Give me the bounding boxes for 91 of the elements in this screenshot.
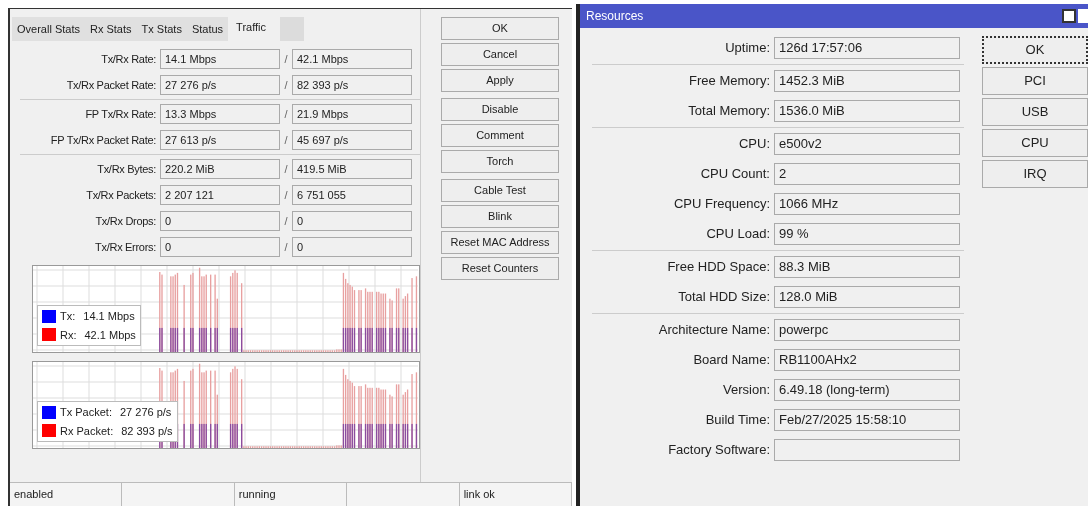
separator-text: / [283,187,289,203]
field-label: CPU Count: [699,165,771,184]
rx-field: 82 393 p/s [292,75,412,95]
field-label: Architecture Name: [657,321,771,340]
value-field: 1452.3 MiB [774,70,960,92]
field-label: FP Tx/Rx Rate: [84,106,157,122]
action-button[interactable]: Comment [441,124,559,147]
action-button[interactable]: Cancel [441,43,559,66]
value-field: 6.49.18 (long-term) [774,379,960,401]
value-field: 126d 17:57:06 [774,37,960,59]
action-button[interactable]: Torch [441,150,559,173]
tx-field: 220.2 MiB [160,159,280,179]
tx-field: 0 [160,237,280,257]
separator-text: / [283,106,289,122]
value-field: e500v2 [774,133,960,155]
field-label: Tx/Rx Rate: [100,51,157,67]
status-cell: running [234,483,348,506]
field-label: CPU Load: [705,225,771,244]
value-field: 99 % [774,223,960,245]
tx-field: 13.3 Mbps [160,104,280,124]
field-label: FP Tx/Rx Packet Rate: [49,132,157,148]
field-label: Total Memory: [687,102,771,121]
field-label: Tx/Rx Packet Rate: [65,77,157,93]
legend-value: 42.1 Mbps [84,327,136,343]
separator-text: / [283,161,289,177]
value-field: 128.0 MiB [774,286,960,308]
field-label: Tx/Rx Drops: [94,213,157,229]
legend-label: Rx: [60,327,77,343]
rx-field: 21.9 Mbps [292,104,412,124]
window-title: Resources [586,8,644,25]
rx-field: 0 [292,237,412,257]
legend-label: Rx Packet: [60,423,114,439]
field-label: Version: [722,381,771,400]
tx-field: 27 613 p/s [160,130,280,150]
legend-value: 14.1 Mbps [83,309,135,324]
resource-button[interactable]: IRQ [982,160,1088,188]
status-cell: link ok [459,483,573,506]
action-button[interactable]: Reset Counters [441,257,559,280]
field-label: Tx/Rx Bytes: [96,161,157,177]
tx-field: 14.1 Mbps [160,49,280,69]
legend-value: 27 276 p/s [119,405,172,420]
rx-field: 419.5 MiB [292,159,412,179]
field-label: Total HDD Size: [677,288,771,307]
tx-field: 0 [160,211,280,231]
tab[interactable]: Overall Stats [12,17,85,41]
action-button[interactable]: Blink [441,205,559,228]
separator-text: / [283,213,289,229]
resource-button[interactable]: CPU [982,129,1088,157]
action-button[interactable]: Apply [441,69,559,92]
value-field: RB1100AHx2 [774,349,960,371]
legend-label: Tx: [60,309,76,324]
field-label: Uptime: [724,39,771,58]
action-button[interactable]: Cable Test [441,179,559,202]
resource-button[interactable]: PCI [982,67,1088,95]
field-label: Tx/Rx Errors: [94,239,157,255]
separator-text: / [283,77,289,93]
tx-field: 2 207 121 [160,185,280,205]
separator-text: / [283,132,289,148]
tx-field: 27 276 p/s [160,75,280,95]
resource-button[interactable]: USB [982,98,1088,126]
value-field: powerpc [774,319,960,341]
tab[interactable]: Tx Stats [136,17,187,41]
legend-value: 82 393 p/s [121,423,173,439]
rx-field: 6 751 055 [292,185,412,205]
action-button[interactable]: OK [441,17,559,40]
status-cell: enabled [10,483,123,506]
field-label: Board Name: [692,351,771,370]
tab[interactable]: Rx Stats [84,17,137,41]
value-field: 1066 MHz [774,193,960,215]
value-field: 1536.0 MiB [774,100,960,122]
separator-text: / [283,239,289,255]
resource-button[interactable]: OK [982,36,1088,64]
legend-label: Tx Packet: [60,405,112,420]
maximize-icon[interactable] [1062,9,1076,23]
value-field: 88.3 MiB [774,256,960,278]
field-label: Tx/Rx Packets: [85,187,157,203]
rx-field: 45 697 p/s [292,130,412,150]
field-label: Free HDD Space: [666,258,771,277]
rx-field: 42.1 Mbps [292,49,412,69]
field-label: Build Time: [704,411,771,430]
separator-text: / [283,51,289,67]
field-label: Factory Software: [667,441,771,460]
field-label: Free Memory: [688,72,771,91]
action-button[interactable]: Disable [441,98,559,121]
field-label: CPU: [737,135,771,154]
action-button[interactable]: Reset MAC Address [441,231,559,254]
rx-field: 0 [292,211,412,231]
tab[interactable]: Status [186,17,229,41]
value-field: Feb/27/2025 15:58:10 [774,409,960,431]
value-field: 2 [774,163,960,185]
field-label: CPU Frequency: [672,195,771,214]
